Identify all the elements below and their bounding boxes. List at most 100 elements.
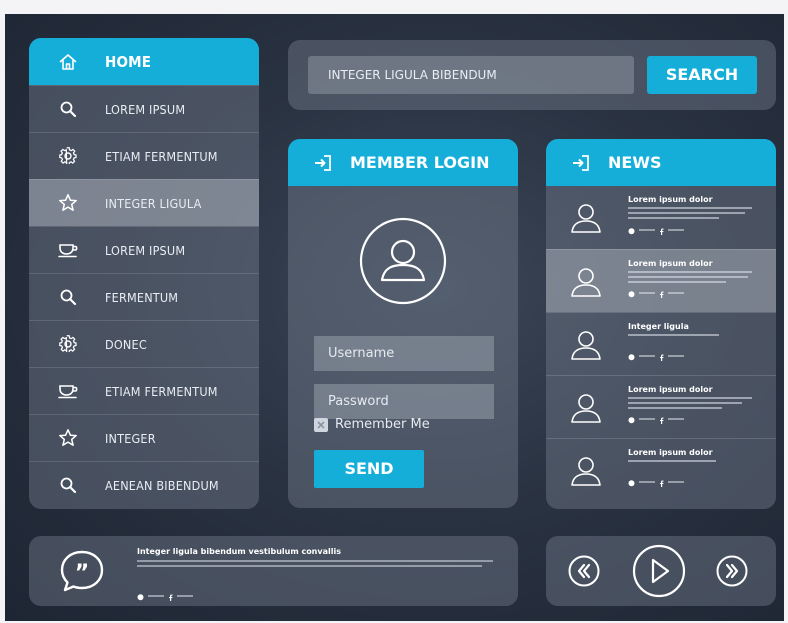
news-item-text: [628, 460, 758, 465]
sidebar-item-fermentum[interactable]: FERMENTUM: [29, 273, 259, 320]
news-item-meta: [628, 472, 684, 491]
login-header: MEMBER LOGIN: [288, 139, 518, 186]
search-bar: INTEGER LIGULA BIBENDUM SEARCH: [288, 40, 776, 110]
news-item-meta: [628, 220, 684, 239]
news-item-meta: [628, 346, 684, 365]
news-item[interactable]: Lorem ipsum dolor: [546, 249, 776, 312]
sidebar-item-lorem-ipsum[interactable]: LOREM IPSUM: [29, 85, 259, 132]
sidebar-item-label: ETIAM FERMENTUM: [105, 383, 218, 399]
meta-placeholder: [639, 228, 655, 231]
star-icon: [53, 193, 83, 213]
comment-icon: [137, 586, 144, 605]
meta-placeholder: [668, 417, 684, 420]
canvas: HOME LOREM IPSUM ETIAM FERMENTUM INTEGER…: [5, 14, 784, 621]
cup-icon: [53, 382, 83, 400]
username-field[interactable]: Username: [314, 336, 494, 371]
user-icon: [568, 327, 604, 367]
fast-forward-icon: [716, 555, 748, 587]
news-item[interactable]: Integer ligula: [546, 312, 776, 375]
meta-placeholder: [148, 594, 164, 597]
quote-panel: ” Integer ligula bibendum vestibulum con…: [29, 536, 518, 606]
meta-placeholder: [639, 354, 655, 357]
sidebar-item-label: LOREM IPSUM: [105, 242, 186, 258]
cup-icon: [53, 241, 83, 259]
remember-me-label: Remember Me: [335, 417, 430, 432]
sidebar-nav: HOME LOREM IPSUM ETIAM FERMENTUM INTEGER…: [29, 38, 259, 509]
meta-placeholder: [668, 291, 684, 294]
sidebar-item-label: LOREM IPSUM: [105, 101, 186, 117]
comment-icon: [628, 472, 635, 491]
sidebar-item-aenean-bibendum[interactable]: AENEAN BIBENDUM: [29, 461, 259, 508]
quote-meta: [137, 586, 193, 605]
sidebar-item-label: FERMENTUM: [105, 289, 179, 305]
sidebar-item-label: HOME: [105, 52, 152, 71]
news-item[interactable]: Lorem ipsum dolor: [546, 186, 776, 249]
sidebar-item-label: INTEGER LIGULA: [105, 195, 202, 211]
comment-icon: [628, 346, 635, 365]
news-item[interactable]: Lorem ipsum dolor: [546, 375, 776, 438]
quote-bubble-icon: ”: [59, 549, 105, 597]
facebook-icon: [168, 586, 173, 605]
search-icon: [53, 100, 83, 118]
sidebar-item-integer-ligula[interactable]: INTEGER LIGULA: [29, 179, 259, 226]
news-item-meta: [628, 283, 684, 302]
facebook-icon: [659, 472, 664, 491]
meta-placeholder: [639, 291, 655, 294]
news-item-title: Lorem ipsum dolor: [628, 195, 713, 204]
meta-placeholder: [639, 417, 655, 420]
password-field[interactable]: Password: [314, 384, 494, 419]
sidebar-item-lorem-ipsum-2[interactable]: LOREM IPSUM: [29, 226, 259, 273]
rewind-button[interactable]: [568, 555, 600, 591]
news-item-text: [628, 334, 758, 339]
sidebar-item-label: AENEAN BIBENDUM: [105, 477, 219, 493]
comment-icon: [628, 409, 635, 428]
play-icon: [632, 544, 686, 598]
svg-text:”: ”: [75, 561, 89, 586]
sidebar-item-home[interactable]: HOME: [29, 38, 259, 85]
media-player: [546, 536, 776, 606]
member-login-panel: MEMBER LOGIN Username Password Remember …: [288, 139, 518, 508]
comment-icon: [628, 283, 635, 302]
meta-placeholder: [668, 228, 684, 231]
user-avatar-icon: [358, 216, 448, 310]
facebook-icon: [659, 409, 664, 428]
sidebar-item-etiam-fermentum-2[interactable]: ETIAM FERMENTUM: [29, 367, 259, 414]
remember-me-checkbox[interactable]: Remember Me: [314, 417, 430, 432]
sidebar-item-label: ETIAM FERMENTUM: [105, 148, 218, 164]
sidebar-item-donec[interactable]: DONEC: [29, 320, 259, 367]
meta-placeholder: [177, 594, 193, 597]
meta-placeholder: [639, 480, 655, 483]
search-icon: [53, 288, 83, 306]
sidebar-item-label: DONEC: [105, 336, 147, 352]
sidebar-item-integer[interactable]: INTEGER: [29, 414, 259, 461]
news-item-title: Lorem ipsum dolor: [628, 448, 713, 457]
facebook-icon: [659, 283, 664, 302]
fast-forward-button[interactable]: [716, 555, 748, 591]
sidebar-item-label: INTEGER: [105, 430, 156, 446]
sidebar-item-etiam-fermentum[interactable]: ETIAM FERMENTUM: [29, 132, 259, 179]
search-button[interactable]: SEARCH: [647, 56, 757, 94]
home-icon: [53, 52, 83, 72]
comment-icon: [628, 220, 635, 239]
news-item[interactable]: Lorem ipsum dolor: [546, 438, 776, 501]
rewind-icon: [568, 555, 600, 587]
news-header: NEWS: [546, 139, 776, 186]
news-panel: NEWS Lorem ipsum dolor Lorem ipsum dolor: [546, 139, 776, 509]
login-icon: [314, 154, 332, 172]
search-input[interactable]: INTEGER LIGULA BIBENDUM: [308, 56, 634, 94]
star-icon: [53, 428, 83, 448]
user-icon: [568, 264, 604, 304]
login-icon: [572, 154, 590, 172]
user-icon: [568, 200, 604, 240]
news-title: NEWS: [608, 153, 662, 172]
login-title: MEMBER LOGIN: [350, 153, 490, 172]
play-button[interactable]: [632, 544, 686, 602]
user-icon: [568, 390, 604, 430]
send-button[interactable]: SEND: [314, 450, 424, 488]
gear-icon: [53, 146, 83, 166]
quote-title: Integer ligula bibendum vestibulum conva…: [137, 547, 341, 556]
gear-icon: [53, 334, 83, 354]
news-item-title: Lorem ipsum dolor: [628, 385, 713, 394]
facebook-icon: [659, 220, 664, 239]
checkbox-icon: [314, 417, 328, 432]
